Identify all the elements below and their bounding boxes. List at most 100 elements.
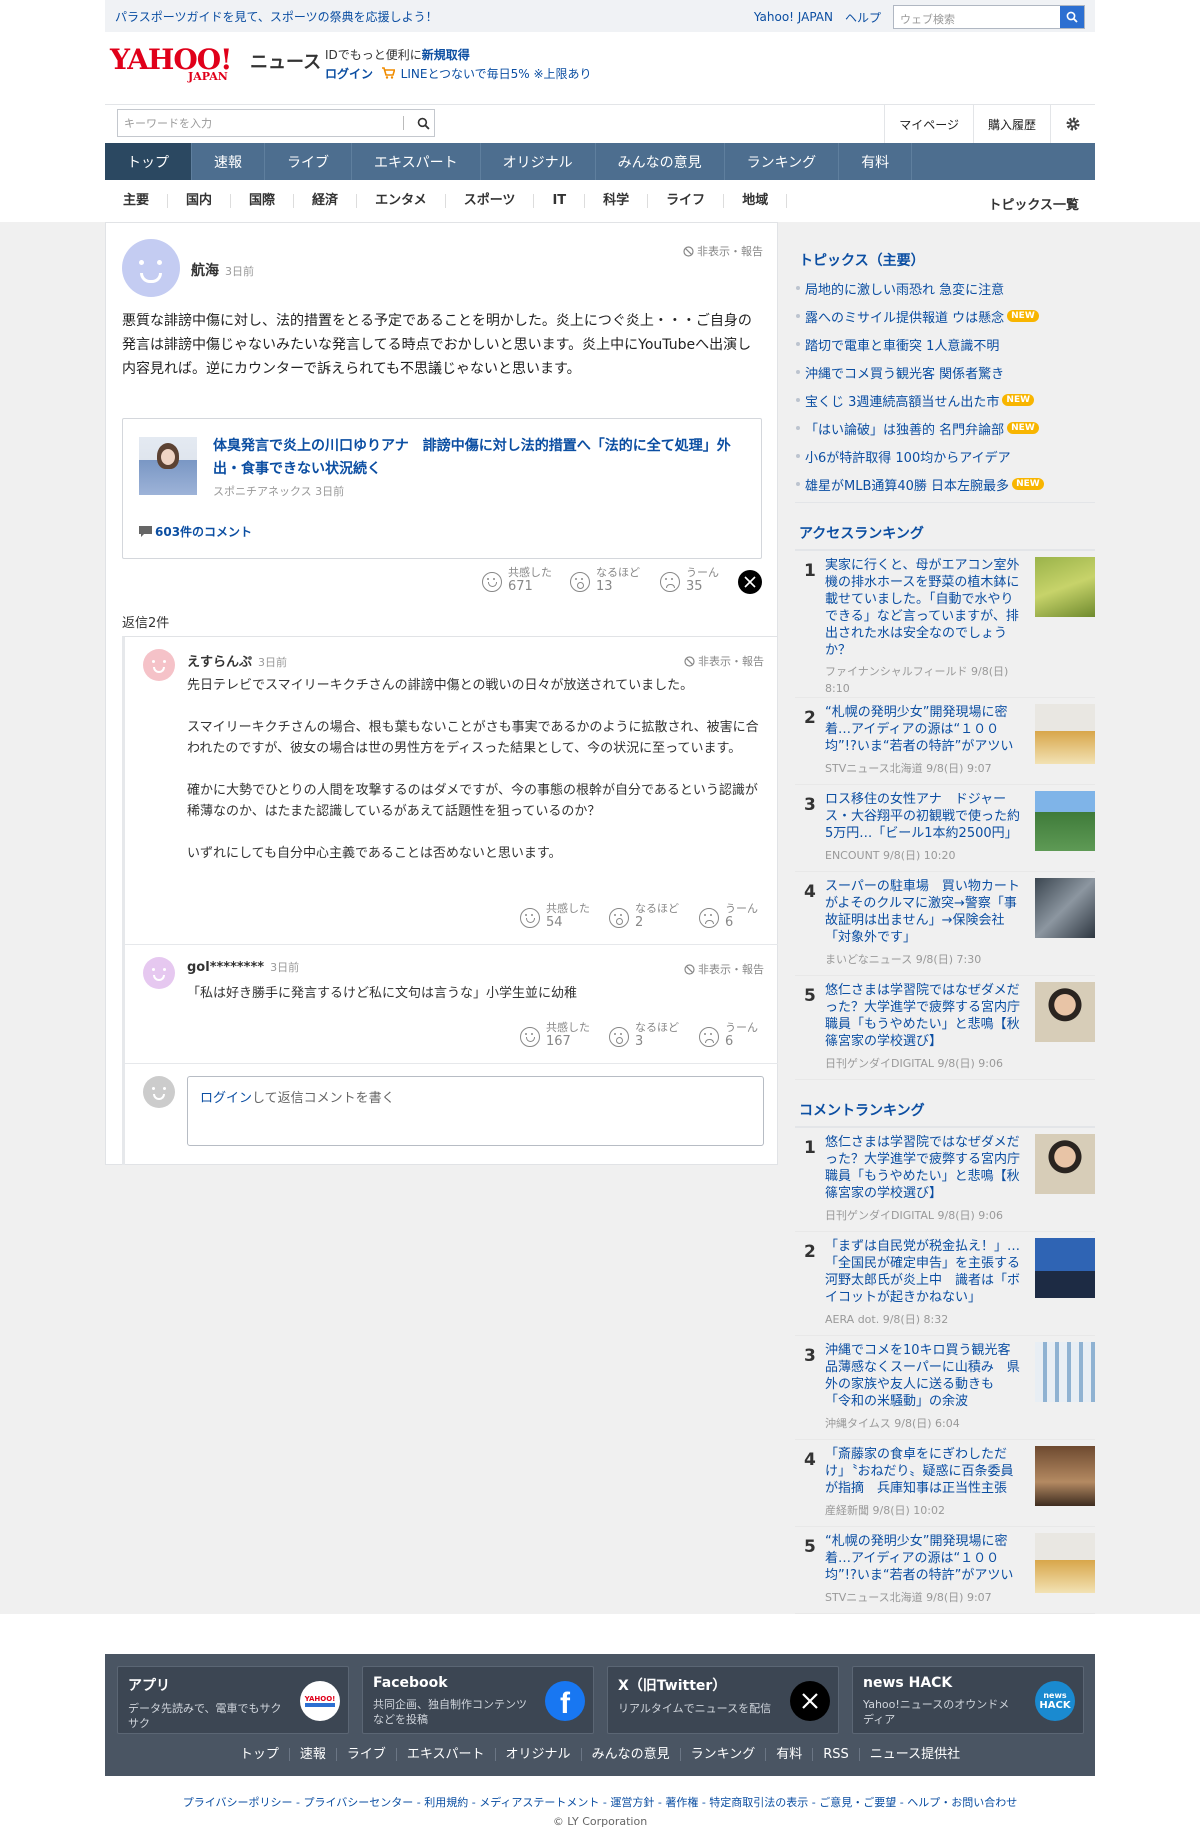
footer-nav-expert[interactable]: エキスパート	[397, 1748, 496, 1761]
ranking-item[interactable]: 2 “札幌の発明少女”開発現場に密着…アイディアの源は“１００均”!?いま“若者…	[795, 698, 1095, 785]
uun-reaction[interactable]: うーん 6	[699, 1021, 758, 1049]
web-search-button[interactable]	[1060, 6, 1084, 28]
replies-count[interactable]: 返信2件	[122, 612, 169, 631]
ranking-item[interactable]: 5 “札幌の発明少女”開発現場に密着…アイディアの源は“１００均”!?いま“若者…	[795, 1527, 1095, 1614]
article-title[interactable]: 体臭発言で炎上の川口ゆりアナ 誹謗中傷に対し法的措置へ「法的に全て処理」外出・食…	[213, 435, 743, 481]
news-label[interactable]: ニュース	[250, 48, 321, 74]
topic-item[interactable]: 局地的に激しい雨恐れ 急変に注意	[795, 274, 1095, 302]
signup-link[interactable]: 新規取得	[422, 48, 470, 62]
naruhodo-reaction[interactable]: なるほど 3	[609, 1021, 679, 1049]
purchase-history-link[interactable]: 購入履歴	[972, 105, 1050, 143]
empathy-reaction[interactable]: 共感した 54	[520, 902, 590, 930]
empathy-label: 共感した	[508, 566, 552, 579]
footer-nav-opinions[interactable]: みんなの意見	[582, 1748, 681, 1761]
report-link[interactable]: 非表示・報告	[684, 653, 764, 669]
reply-username[interactable]: えすらんぷ	[187, 651, 252, 670]
category-local[interactable]: 地域	[724, 194, 788, 208]
global-nav-original[interactable]: オリジナル	[481, 143, 596, 180]
ranking-item[interactable]: 4 スーパーの駐車場 買い物カートがよそのクルマに激突→警察「事故証明は出ません…	[795, 872, 1095, 976]
keyword-search-button[interactable]	[412, 117, 434, 130]
empathy-label: 共感した	[546, 902, 590, 915]
ranking-item[interactable]: 4 「斎藤家の食卓をにぎわしただけ」〝おねだり〟疑惑に百条委員が指摘 兵庫知事は…	[795, 1440, 1095, 1527]
topics-all-link[interactable]: トピックス一覧	[988, 194, 1079, 213]
login-link[interactable]: ログイン	[325, 67, 373, 81]
settings-button[interactable]	[1050, 105, 1095, 143]
footer-card-x[interactable]: X（旧Twitter） リアルタイムでニュースを配信	[607, 1666, 839, 1734]
article-card[interactable]: 体臭発言で炎上の川口ゆりアナ 誹謗中傷に対し法的措置へ「法的に全て処理」外出・食…	[122, 418, 762, 559]
reply-paragraph: 確かに大勢でひとりの人間を攻撃するのはダメですが、今の事態の根幹が自分であるとい…	[187, 783, 758, 819]
reply-body: 先日テレビでスマイリーキクチさんの誹謗中傷との戦いの日々が放送されていました。 …	[187, 675, 762, 864]
category-economy[interactable]: 経済	[294, 194, 358, 208]
footer-nav-live[interactable]: ライブ	[337, 1748, 397, 1761]
topic-item[interactable]: 沖縄でコメ買う観光客 関係者驚き	[795, 358, 1095, 386]
naruhodo-reaction[interactable]: なるほど 2	[609, 902, 679, 930]
uun-reaction[interactable]: うーん 6	[699, 902, 758, 930]
footer-card-newshack[interactable]: news HACK Yahoo!ニュースのオウンドメディア news HACK	[852, 1666, 1084, 1734]
global-nav-breaking[interactable]: 速報	[192, 143, 265, 180]
category-domestic[interactable]: 国内	[168, 194, 232, 208]
category-it[interactable]: IT	[534, 194, 586, 208]
topic-item[interactable]: 露へのミサイル提供報道 ウは懸念 NEW	[795, 302, 1095, 330]
category-world[interactable]: 国際	[231, 194, 295, 208]
uun-reaction[interactable]: うーん 35	[660, 566, 719, 594]
yahoo-japan-link[interactable]: Yahoo! JAPAN	[754, 10, 833, 24]
article-comments-link[interactable]: 603件のコメント	[139, 523, 252, 540]
comment-username[interactable]: 航海	[191, 260, 219, 280]
footer-nav-ranking[interactable]: ランキング	[681, 1748, 767, 1761]
mypage-link[interactable]: マイページ	[884, 105, 973, 143]
footer-nav-rss[interactable]: RSS	[813, 1748, 860, 1761]
ranking-item[interactable]: 1 実家に行くと、母がエアコン室外機の排水ホースを野菜の植木鉢に載せていました。…	[795, 551, 1095, 698]
category-life[interactable]: ライフ	[648, 194, 725, 208]
ranking-item[interactable]: 2 「まずは自民党が税金払え！」…「全国民が確定申告」を主張する河野太郎氏が炎上…	[795, 1232, 1095, 1336]
reply-username[interactable]: gol********	[187, 960, 264, 975]
footer-nav-top[interactable]: トップ	[230, 1748, 290, 1761]
ranking-item[interactable]: 1 悠仁さまは学習院ではなぜダメだった？大学進学で疲弊する宮内庁職員「もうやめた…	[795, 1128, 1095, 1232]
share-x-button[interactable]	[738, 570, 762, 594]
footer-links[interactable]: プライバシーポリシー - プライバシーセンター - 利用規約 - メディアステー…	[0, 1794, 1200, 1810]
empathy-reaction[interactable]: 共感した 167	[520, 1021, 590, 1049]
keyword-input[interactable]: キーワードを入力	[118, 115, 403, 131]
line-promo[interactable]: LINEとつないで毎日5% ※上限あり	[401, 67, 592, 81]
ranking-item[interactable]: 3 沖縄でコメを10キロ買う観光客 品薄感なくスーパーに山積み 県外の家族や友人…	[795, 1336, 1095, 1440]
topic-item[interactable]: 雄星がMLB通算40勝 日本左腕最多 NEW	[795, 470, 1095, 498]
reply-login-link[interactable]: ログイン	[200, 1091, 252, 1106]
footer-nav-breaking[interactable]: 速報	[290, 1748, 337, 1761]
footer-nav-original[interactable]: オリジナル	[496, 1748, 582, 1761]
topic-item[interactable]: 「はい論破」は独善的 名門弁論部 NEW	[795, 414, 1095, 442]
avatar[interactable]	[143, 649, 175, 681]
ranking-thumbnail	[1035, 1446, 1095, 1506]
avatar[interactable]	[122, 239, 180, 297]
empathy-reaction[interactable]: 共感した 671	[482, 566, 552, 594]
global-nav-expert[interactable]: エキスパート	[352, 143, 481, 180]
help-link[interactable]: ヘルプ	[845, 9, 881, 26]
footer-nav-providers[interactable]: ニュース提供社	[860, 1748, 970, 1761]
ranking-item[interactable]: 5 悠仁さまは学習院ではなぜダメだった？大学進学で疲弊する宮内庁職員「もうやめた…	[795, 976, 1095, 1080]
topic-item[interactable]: 踏切で電車と車衝突 1人意識不明	[795, 330, 1095, 358]
footer-card-facebook[interactable]: Facebook 共同企画、独自制作コンテンツなどを投稿 f	[362, 1666, 594, 1734]
footer-nav-paid[interactable]: 有料	[766, 1748, 814, 1761]
divider	[125, 944, 778, 945]
reply-input[interactable]: ログインして返信コメントを書く	[187, 1076, 764, 1146]
footer-card-app[interactable]: アプリ データ先読みで、電車でもサクサク YAHOO!	[117, 1666, 349, 1734]
category-main[interactable]: 主要	[105, 194, 169, 208]
topic-item[interactable]: 小6が特許取得 100均からアイデア	[795, 442, 1095, 470]
category-entertainment[interactable]: エンタメ	[357, 194, 446, 208]
category-sports[interactable]: スポーツ	[446, 194, 535, 208]
promo-link[interactable]: パラスポーツガイドを見て、スポーツの祭典を応援しよう！	[115, 8, 438, 25]
category-science[interactable]: 科学	[585, 194, 649, 208]
naruhodo-reaction[interactable]: なるほど 13	[570, 566, 640, 594]
global-nav-top[interactable]: トップ	[105, 143, 192, 180]
gear-icon	[1066, 117, 1080, 131]
web-search-input[interactable]: ウェブ検索	[894, 6, 1060, 28]
global-nav-ranking[interactable]: ランキング	[725, 143, 840, 180]
yahoo-logo[interactable]: YAHOO! JAPAN	[110, 46, 232, 84]
ranking-item[interactable]: 3 ロス移住の女性アナ ドジャース・大谷翔平の初観戦で使った約5万円…「ビール1…	[795, 785, 1095, 872]
hide-icon	[684, 655, 695, 667]
global-nav-live[interactable]: ライブ	[265, 143, 352, 180]
report-link[interactable]: 非表示・報告	[683, 243, 763, 259]
report-link[interactable]: 非表示・報告	[684, 961, 764, 977]
topic-item[interactable]: 宝くじ 3週連続高額当せん出た市 NEW	[795, 386, 1095, 414]
global-nav-paid[interactable]: 有料	[839, 143, 913, 180]
avatar[interactable]	[143, 957, 175, 989]
global-nav-opinions[interactable]: みんなの意見	[596, 143, 725, 180]
